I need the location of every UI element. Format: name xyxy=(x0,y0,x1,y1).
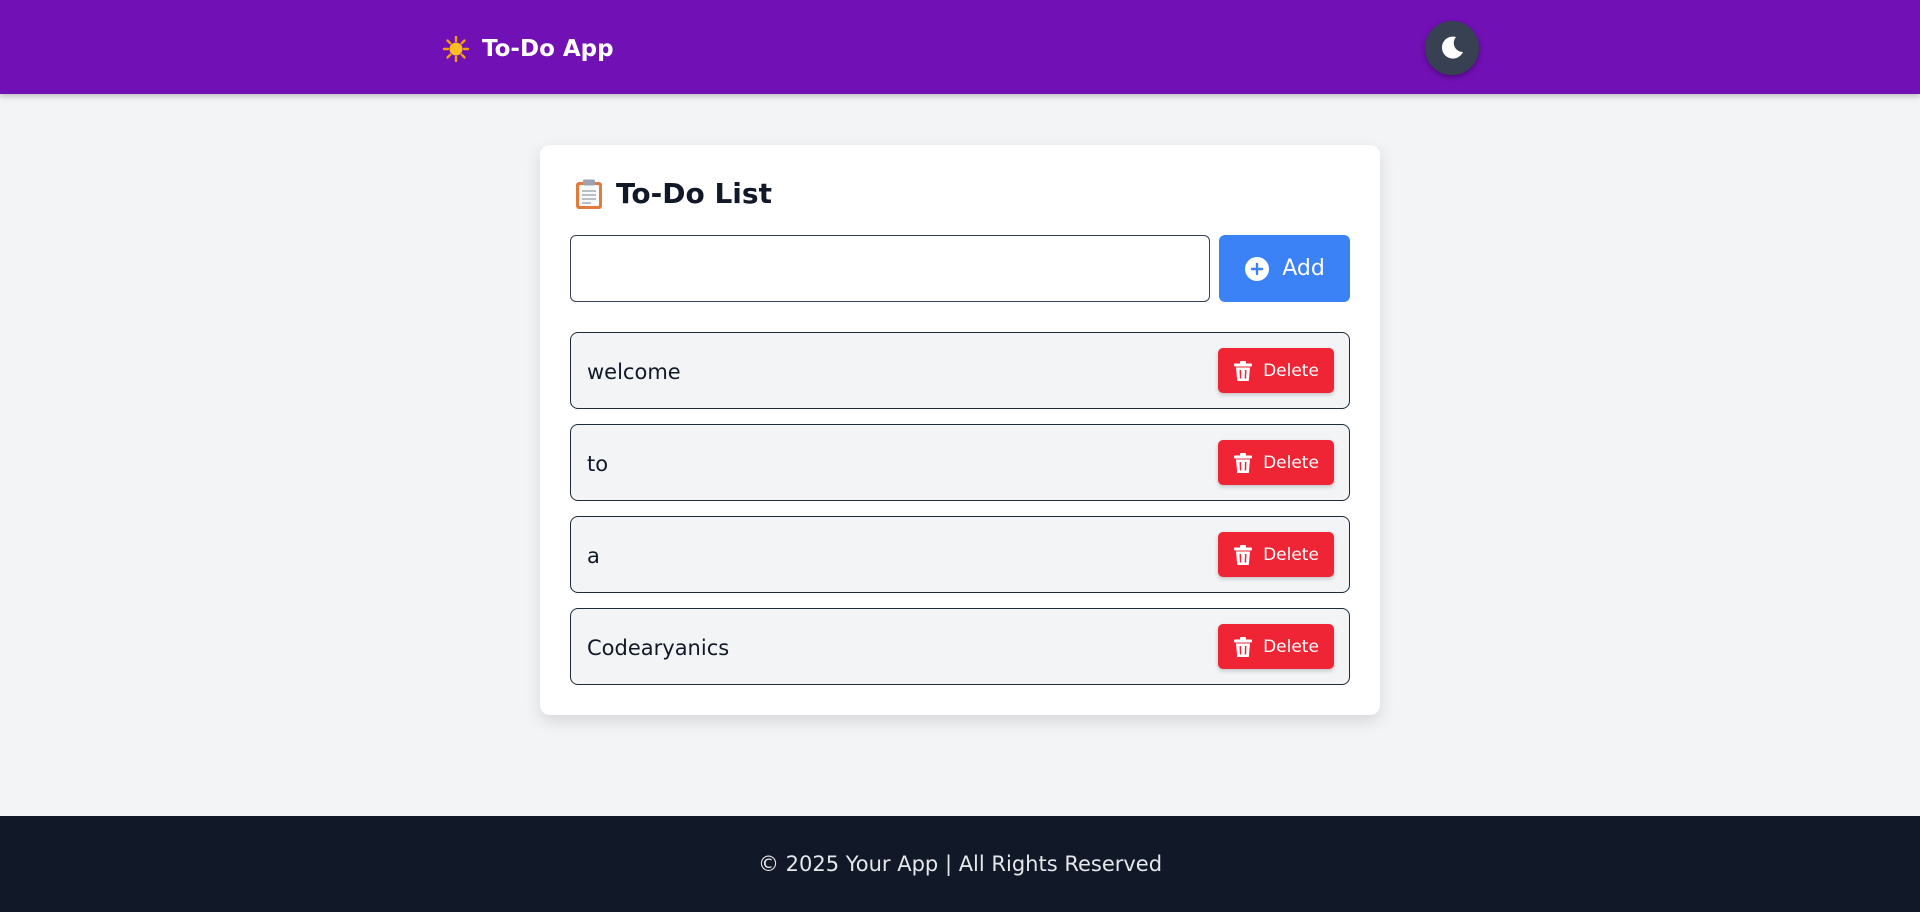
footer-text: © 2025 Your App | All Rights Reserved xyxy=(757,852,1163,876)
theme-toggle-button[interactable] xyxy=(1425,21,1479,75)
navbar: To-Do App xyxy=(0,0,1920,94)
app-page: To-Do App To-Do List Add welcome Delete … xyxy=(0,0,1920,912)
clipboard-icon xyxy=(576,179,602,209)
task-item: to Delete xyxy=(570,424,1350,501)
add-button-label: Add xyxy=(1282,256,1325,281)
delete-button-label: Delete xyxy=(1263,636,1319,657)
task-list: welcome Delete to Delete a Delete Codear… xyxy=(570,332,1350,700)
card-title-text: To-Do List xyxy=(616,177,772,210)
delete-button-label: Delete xyxy=(1263,544,1319,565)
delete-button-label: Delete xyxy=(1263,360,1319,381)
task-item: welcome Delete xyxy=(570,332,1350,409)
task-item: Codearyanics Delete xyxy=(570,608,1350,685)
delete-button[interactable]: Delete xyxy=(1218,348,1334,393)
trash-icon xyxy=(1234,452,1253,473)
plus-circle-icon xyxy=(1245,256,1270,281)
brand: To-Do App xyxy=(442,33,614,65)
trash-icon xyxy=(1234,544,1253,565)
task-text: welcome xyxy=(587,359,681,384)
add-button[interactable]: Add xyxy=(1219,235,1350,302)
trash-icon xyxy=(1234,636,1253,657)
moon-icon xyxy=(1441,36,1463,59)
task-text: a xyxy=(587,543,600,568)
delete-button[interactable]: Delete xyxy=(1218,624,1334,669)
task-input[interactable] xyxy=(570,235,1210,302)
delete-button[interactable]: Delete xyxy=(1218,440,1334,485)
app-title: To-Do App xyxy=(482,36,614,62)
sun-icon xyxy=(442,35,470,63)
delete-button[interactable]: Delete xyxy=(1218,532,1334,577)
delete-button-label: Delete xyxy=(1263,452,1319,473)
task-text: Codearyanics xyxy=(587,635,730,660)
trash-icon xyxy=(1234,360,1253,381)
card-title: To-Do List xyxy=(574,177,772,210)
task-item: a Delete xyxy=(570,516,1350,593)
task-text: to xyxy=(587,451,609,476)
todo-card: To-Do List Add welcome Delete to Delete … xyxy=(540,145,1380,715)
footer: © 2025 Your App | All Rights Reserved xyxy=(0,816,1920,912)
